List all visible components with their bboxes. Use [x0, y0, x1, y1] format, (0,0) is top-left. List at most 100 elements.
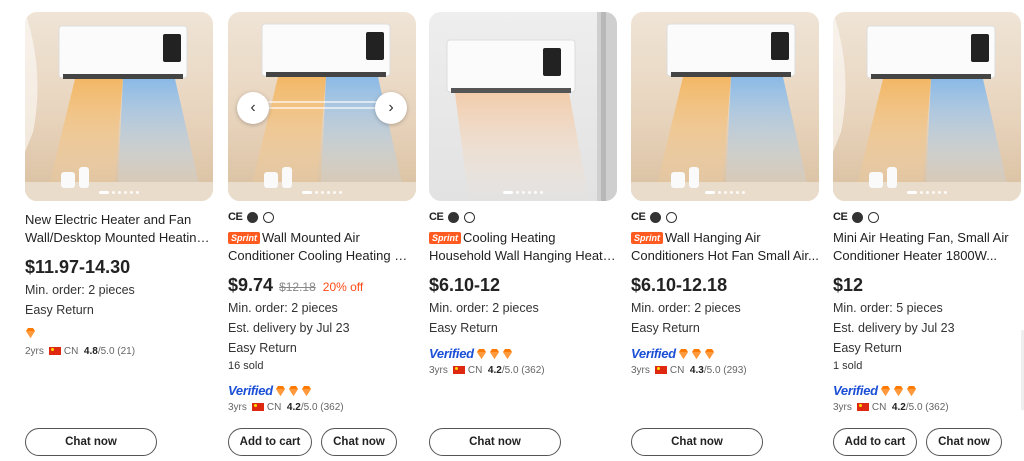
chat-now-button[interactable]: Chat now [631, 428, 763, 456]
chevron-left-icon[interactable]: ‹ [237, 92, 269, 124]
supplier-years: 3yrs [429, 365, 448, 376]
supplier-info: 2yrs CN 4.8/5.0 (21) [25, 346, 135, 358]
chat-now-button[interactable]: Chat now [429, 428, 561, 456]
product-image[interactable] [25, 12, 213, 201]
sold-count: 1 sold [833, 360, 863, 372]
certifications: CE [833, 211, 884, 225]
supplier-country: CN [467, 365, 483, 376]
add-to-cart-button[interactable]: Add to cart [833, 428, 917, 456]
diamond-rating [25, 328, 38, 344]
emc-mark-icon [448, 211, 460, 223]
certifications: CE [429, 211, 480, 225]
sprint-badge: Sprint [429, 232, 461, 244]
diamond-icon [26, 328, 35, 338]
easy-return: Easy Return [228, 341, 297, 355]
chat-now-button[interactable]: Chat now [321, 428, 397, 456]
product-title[interactable]: Mini Air Heating Fan, Small Air Conditio… [833, 229, 1021, 265]
supplier-country: CN [669, 365, 685, 376]
diamond-icon [301, 385, 311, 396]
product-image[interactable] [429, 12, 617, 201]
title-line[interactable]: Household Wall Hanging Heate... [429, 247, 617, 265]
china-flag-icon [654, 366, 667, 374]
easy-return: Easy Return [25, 303, 94, 317]
rating: 4.3 [689, 365, 704, 376]
diamond-icon [691, 348, 701, 359]
sold-count: 16 sold [228, 360, 264, 372]
product-title[interactable]: New Electric Heater and Fan Wall/Desktop… [25, 211, 213, 247]
verified-label: Verified [429, 346, 474, 361]
diamond-icon [502, 348, 512, 359]
diamond-icon [893, 385, 903, 396]
product-card[interactable]: CE Sprint Cooling Heating Household Wall … [429, 12, 617, 461]
min-order: Min. order: 2 pieces [228, 301, 338, 315]
price: $11.97-14.30 [25, 257, 131, 277]
lvd-mark-icon [666, 211, 678, 223]
diamond-icon [476, 348, 486, 359]
title-line[interactable]: Mini Air Heating Fan, Small Air [833, 230, 1009, 245]
product-image[interactable]: ‹ › [228, 12, 416, 201]
diamond-rating [880, 385, 919, 396]
price: $12 [833, 275, 864, 295]
supplier-info: 3yrs CN 4.2/5.0 (362) [228, 402, 344, 414]
rating: 4.2 [891, 402, 906, 413]
delivery-estimate: Est. delivery by Jul 23 [833, 321, 955, 335]
verified-supplier: Verified [833, 383, 919, 399]
product-title[interactable]: Sprint Cooling Heating Household Wall Han… [429, 229, 617, 265]
title-line[interactable]: Conditioners Hot Fan Small Air... [631, 247, 819, 265]
china-flag-icon [48, 347, 61, 355]
rating-count: /5.0 (293) [703, 365, 747, 376]
current-price: $9.74 [228, 275, 274, 295]
diamond-icon [704, 348, 714, 359]
product-card[interactable]: New Electric Heater and Fan Wall/Desktop… [25, 12, 213, 461]
diamond-icon [678, 348, 688, 359]
chevron-right-icon[interactable]: › [375, 92, 407, 124]
product-card[interactable]: CE Sprint Wall Hanging Air Conditioners H… [631, 12, 819, 461]
title-line[interactable]: Wall/Desktop Mounted Heating... [25, 229, 213, 247]
diamond-icon [880, 385, 890, 396]
product-card[interactable]: CE Mini Air Heating Fan, Small Air Condi… [833, 12, 1021, 461]
rating: 4.2 [286, 402, 301, 413]
original-price: $12.18 [279, 280, 316, 294]
supplier-years: 3yrs [833, 402, 852, 413]
product-image[interactable] [631, 12, 819, 201]
add-to-cart-button[interactable]: Add to cart [228, 428, 312, 456]
supplier-country: CN [871, 402, 887, 413]
discount-label: 20% off [322, 280, 364, 294]
diamond-rating [476, 348, 515, 359]
min-order: Min. order: 2 pieces [25, 283, 135, 297]
verified-label: Verified [631, 346, 676, 361]
title-line[interactable]: Wall Mounted Air [262, 230, 360, 245]
certifications: CE [228, 211, 279, 225]
supplier-country: CN [63, 346, 79, 357]
verified-supplier: Verified [228, 383, 314, 399]
ce-mark-icon: CE [833, 211, 848, 223]
price: $6.10-12 [429, 275, 501, 295]
china-flag-icon [452, 366, 465, 374]
emc-mark-icon [247, 211, 259, 223]
title-line[interactable]: New Electric Heater and Fan [25, 212, 191, 227]
diamond-rating [275, 385, 314, 396]
delivery-estimate: Est. delivery by Jul 23 [228, 321, 350, 335]
sprint-badge: Sprint [228, 232, 260, 244]
china-flag-icon [251, 403, 264, 411]
emc-mark-icon [852, 211, 864, 223]
verified-supplier: Verified [429, 346, 515, 362]
product-title[interactable]: Sprint Wall Hanging Air Conditioners Hot … [631, 229, 819, 265]
title-line[interactable]: Wall Hanging Air [665, 230, 761, 245]
verified-label: Verified [833, 383, 878, 398]
diamond-icon [489, 348, 499, 359]
diamond-rating [678, 348, 717, 359]
chat-now-button[interactable]: Chat now [926, 428, 1002, 456]
chat-now-button[interactable]: Chat now [25, 428, 157, 456]
price: $9.74 $12.18 20% off [228, 274, 363, 298]
product-title[interactable]: Sprint Wall Mounted Air Conditioner Cooli… [228, 229, 416, 265]
product-card[interactable]: ‹ › CE Sprint Wall Mounted Air Conditione… [228, 12, 416, 461]
supplier-info: 3yrs CN 4.2/5.0 (362) [833, 402, 949, 414]
lvd-mark-icon [868, 211, 880, 223]
title-line[interactable]: Conditioner Heater 1800W... [833, 247, 1021, 265]
title-line[interactable]: Cooling Heating [463, 230, 556, 245]
emc-mark-icon [650, 211, 662, 223]
title-line[interactable]: Conditioner Cooling Heating Du... [228, 247, 416, 265]
product-image[interactable] [833, 12, 1021, 201]
sprint-badge: Sprint [631, 232, 663, 244]
